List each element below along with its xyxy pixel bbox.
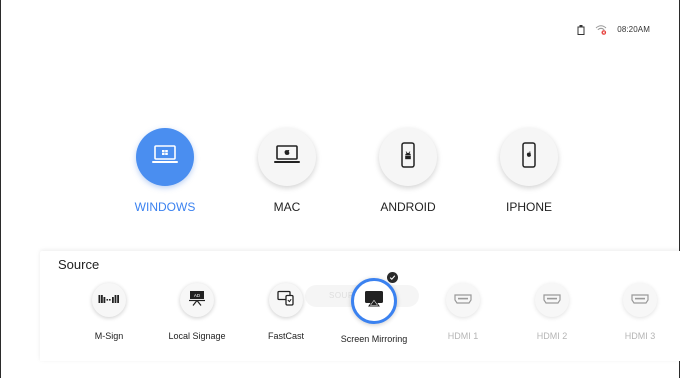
source-item-local-signage[interactable]: AD Local Signage — [152, 283, 242, 341]
source-item-fastcast[interactable]: FastCast — [241, 283, 331, 341]
screen-mirroring-icon — [364, 290, 384, 313]
svg-text:AD: AD — [194, 293, 201, 298]
source-label: M-Sign — [94, 331, 124, 341]
source-item-hdmi-1[interactable]: HDMI 1 — [418, 283, 508, 341]
device-label-android: ANDROID — [380, 200, 436, 214]
mac-laptop-icon — [273, 144, 301, 171]
source-title: Source — [58, 257, 100, 272]
selected-check-icon — [387, 272, 398, 283]
frame-border-left — [0, 0, 1, 378]
source-circle — [623, 283, 657, 317]
source-label: HDMI 1 — [447, 331, 479, 341]
source-item-m-sign[interactable]: M-Sign — [64, 283, 154, 341]
device-circle — [136, 128, 194, 186]
usb-icon — [577, 24, 585, 35]
device-mac[interactable]: MAC — [227, 128, 347, 214]
source-label: HDMI 3 — [624, 331, 656, 341]
source-circle: AD — [180, 283, 214, 317]
source-circle — [351, 278, 397, 324]
hdmi-icon — [631, 291, 649, 309]
source-circle — [92, 283, 126, 317]
device-circle — [500, 128, 558, 186]
iphone-icon — [521, 141, 537, 173]
source-circle — [535, 283, 569, 317]
windows-laptop-icon — [151, 144, 179, 171]
device-android[interactable]: ANDROID — [348, 128, 468, 214]
android-phone-icon — [400, 141, 416, 173]
source-circle — [269, 283, 303, 317]
source-label: FastCast — [267, 331, 304, 341]
clock: 08:20AM — [617, 25, 650, 34]
device-label-windows: WINDOWS — [134, 200, 196, 214]
device-circle — [379, 128, 437, 186]
wifi-disconnected-icon — [595, 24, 607, 35]
device-label-mac: MAC — [273, 200, 301, 214]
source-item-hdmi-3[interactable]: HDMI 3 — [595, 283, 680, 341]
hdmi-icon — [543, 291, 561, 309]
device-windows[interactable]: WINDOWS — [105, 128, 225, 214]
source-item-screen-mirroring[interactable]: Screen Mirroring — [329, 272, 419, 344]
source-label: Screen Mirroring — [340, 334, 408, 344]
status-bar: 08:20AM — [577, 24, 650, 35]
m-sign-icon — [98, 291, 120, 309]
device-label-iphone: IPHONE — [505, 200, 552, 214]
source-circle — [446, 283, 480, 317]
source-label: HDMI 2 — [536, 331, 568, 341]
device-iphone[interactable]: IPHONE — [469, 128, 589, 214]
launcher-screen: 08:20AM WINDOWS MAC ANDROID IPHONE Sourc… — [0, 0, 680, 378]
source-label: Local Signage — [168, 331, 226, 341]
local-signage-icon: AD — [188, 290, 206, 311]
device-circle — [258, 128, 316, 186]
source-item-hdmi-2[interactable]: HDMI 2 — [507, 283, 597, 341]
hdmi-icon — [454, 291, 472, 309]
fastcast-icon — [277, 290, 295, 311]
